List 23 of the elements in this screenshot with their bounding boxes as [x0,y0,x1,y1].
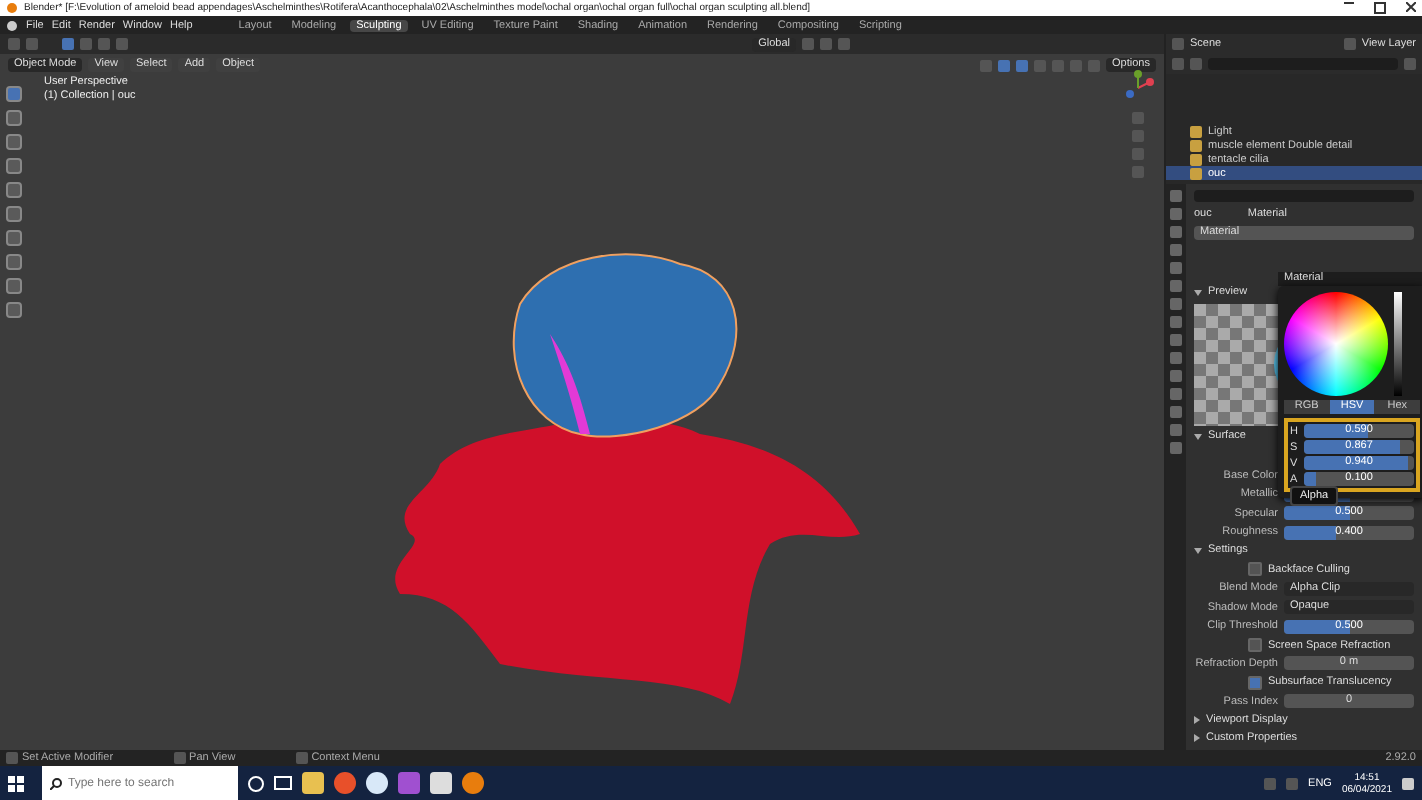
disclosure-icon[interactable] [1194,433,1202,440]
disclosure-icon[interactable] [1194,548,1202,555]
folder-icon[interactable] [302,772,324,794]
browser-icon[interactable] [334,772,356,794]
task-view-icon[interactable] [274,776,292,790]
maximize-icon[interactable] [1374,2,1386,14]
app-icon[interactable] [366,772,388,794]
cortana-icon[interactable] [248,775,264,791]
windows-start-icon[interactable] [8,775,24,791]
blender-icon[interactable] [462,772,484,794]
blender-logo-icon[interactable] [6,19,18,31]
disclosure-icon[interactable] [1194,716,1200,725]
photos-icon[interactable] [430,772,452,794]
disclosure-icon[interactable] [1194,289,1202,296]
app-logo-icon [6,2,18,14]
checkbox[interactable] [1248,638,1262,653]
close-icon[interactable] [1406,2,1416,12]
checkbox[interactable] [1248,562,1262,577]
search-icon [50,777,62,789]
value-bar[interactable] [1394,292,1402,396]
color-wheel[interactable] [1284,292,1388,396]
disclosure-icon[interactable] [1194,734,1200,743]
checkbox[interactable] [1248,675,1262,690]
